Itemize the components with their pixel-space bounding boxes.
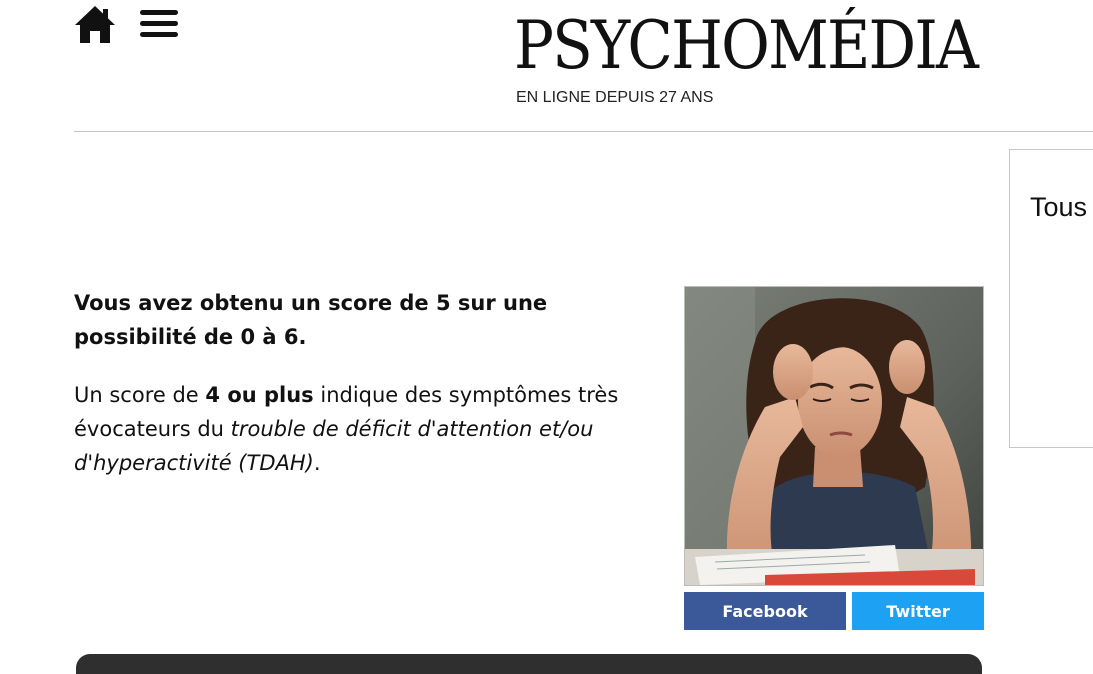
- bottom-dark-bar: [76, 654, 982, 674]
- header-divider: [74, 131, 1093, 132]
- side-panel: Tous: [1009, 149, 1093, 448]
- twitter-share-button[interactable]: Twitter: [852, 592, 984, 630]
- site-logo[interactable]: PSYCHOMÉDIA: [514, 6, 979, 86]
- interpretation-suffix: .: [313, 451, 321, 475]
- side-panel-title: Tous: [1030, 192, 1088, 222]
- interpretation-threshold: 4 ou plus: [205, 383, 314, 407]
- facebook-share-button[interactable]: Facebook: [684, 592, 846, 630]
- interpretation-prefix: Un score de: [74, 383, 206, 407]
- home-icon[interactable]: [74, 4, 116, 44]
- score-interpretation: Un score de 4 ou plus indique des symptô…: [74, 378, 664, 480]
- stressed-student-photo: [684, 286, 984, 586]
- site-tagline: EN LIGNE DEPUIS 27 ANS: [516, 89, 714, 106]
- hamburger-menu-icon[interactable]: [140, 10, 178, 38]
- score-result: Vous avez obtenu un score de 5 sur une p…: [74, 291, 548, 349]
